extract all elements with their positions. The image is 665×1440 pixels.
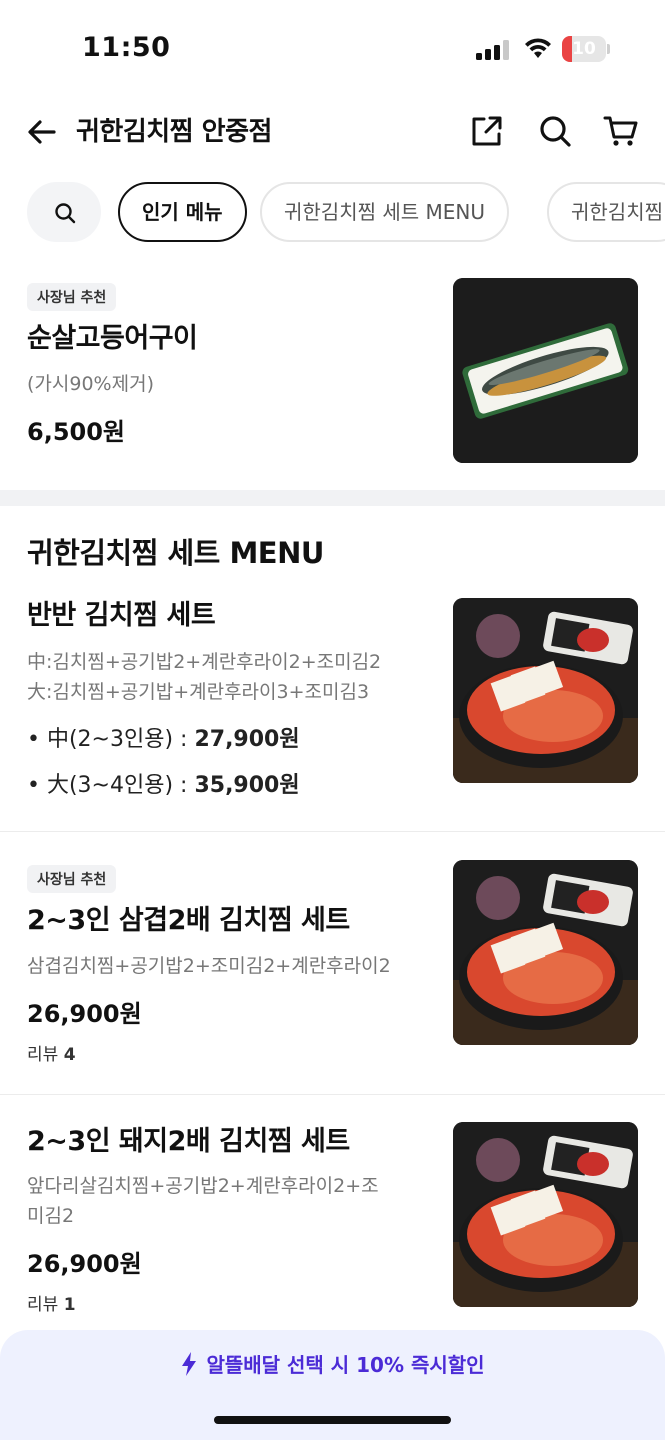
menu-item-mackerel[interactable]: 사장님 추천 순살고등어구이 (가시90%제거) 6,500원 [0, 278, 665, 480]
status-time: 11:50 [82, 32, 171, 63]
option-price: 27,900원 [194, 727, 300, 752]
menu-item-pork-belly-set[interactable]: 사장님 추천 2~3인 삼겹2배 김치찜 세트 삼겹김치찜+공기밥2+조미김2+… [0, 860, 665, 1080]
cart-icon[interactable] [602, 112, 640, 150]
review-number: 4 [63, 1045, 76, 1065]
menu-item-name: 2~3인 돼지2배 김치찜 세트 [27, 1126, 350, 1157]
menu-item-price: 26,900원 [27, 1250, 142, 1278]
section-title-set-menu: 귀한김치찜 세트 MENU [27, 536, 324, 570]
menu-item-desc: 삼겹김치찜+공기밥2+조미김2+계란후라이2 [27, 955, 391, 977]
item-divider [0, 1094, 665, 1095]
menu-item-photo[interactable] [453, 860, 638, 1045]
chip-kimchi-menu[interactable]: 귀한김치찜 [547, 182, 665, 242]
discount-banner-text: 알뜰배달 선택 시 10% 즉시할인 [206, 1353, 485, 1377]
menu-item-photo[interactable] [453, 598, 638, 783]
search-icon[interactable] [536, 112, 574, 150]
menu-search-button[interactable] [27, 182, 101, 242]
menu-item-desc-line2: 大:김치찜+공기밥+계란후라이3+조미김3 [27, 681, 370, 703]
review-number: 1 [63, 1295, 76, 1315]
size-option-large: • 大(3~4인용) : 35,900원 [27, 764, 300, 808]
review-label: 리뷰 [27, 1295, 59, 1315]
store-header: 귀한김치찜 안중점 [0, 100, 665, 166]
owner-recommend-badge: 사장님 추천 [27, 283, 117, 311]
owner-recommend-badge: 사장님 추천 [27, 865, 117, 893]
mackerel-photo-image [453, 278, 638, 463]
battery-level: 10 [572, 39, 596, 59]
item-divider [0, 831, 665, 832]
menu-item-name: 순살고등어구이 [27, 323, 198, 354]
kimchi-stew-photo-image [453, 860, 638, 1045]
menu-item-photo[interactable] [453, 278, 638, 463]
menu-item-desc-line2: 미김2 [27, 1205, 75, 1227]
menu-item-desc: (가시90%제거) [27, 373, 154, 395]
menu-item-desc-line1: 앞다리살김치찜+공기밥2+계란후라이2+조 [27, 1175, 379, 1197]
lightning-bolt-icon [182, 1352, 197, 1376]
discount-banner-content: 알뜰배달 선택 시 10% 즉시할인 [0, 1350, 665, 1380]
chip-popular-menu[interactable]: 인기 메뉴 [118, 182, 247, 242]
review-count: 리뷰 4 [27, 1040, 76, 1065]
status-bar: 11:50 10 [0, 0, 665, 100]
cellular-signal-icon [476, 40, 509, 60]
menu-item-price: 6,500원 [27, 418, 125, 446]
search-icon [55, 203, 76, 224]
chip-set-menu[interactable]: 귀한김치찜 세트 MENU [260, 182, 510, 242]
option-price: 35,900원 [194, 773, 300, 798]
menu-item-photo[interactable] [453, 1122, 638, 1307]
menu-item-name: 반반 김치찜 세트 [27, 600, 216, 631]
home-indicator [214, 1416, 451, 1424]
size-option-medium: • 中(2~3인용) : 27,900원 [27, 718, 300, 762]
review-label: 리뷰 [27, 1045, 59, 1065]
option-label: • 中(2~3인용) : [27, 727, 195, 752]
category-chips: 인기 메뉴 귀한김치찜 세트 MENU 귀한김치찜 [0, 180, 665, 246]
review-count: 리뷰 1 [27, 1290, 76, 1315]
kimchi-stew-photo-image [453, 1122, 638, 1307]
menu-item-name: 2~3인 삼겹2배 김치찜 세트 [27, 905, 350, 936]
kimchi-stew-photo-image [453, 598, 638, 783]
menu-item-half-half-set[interactable]: 반반 김치찜 세트 中:김치찜+공기밥2+계란후라이2+조미김2 大:김치찜+공… [0, 598, 665, 832]
menu-item-pork-shoulder-set[interactable]: 2~3인 돼지2배 김치찜 세트 앞다리살김치찜+공기밥2+계란후라이2+조 미… [0, 1122, 665, 1322]
section-divider [0, 490, 665, 506]
menu-item-desc-line1: 中:김치찜+공기밥2+계란후라이2+조미김2 [27, 651, 382, 673]
store-title: 귀한김치찜 안중점 [76, 117, 272, 147]
menu-item-price: 26,900원 [27, 1000, 142, 1028]
battery-icon: 10 [562, 36, 610, 62]
back-arrow-icon[interactable] [24, 114, 60, 150]
option-label: • 大(3~4인용) : [27, 773, 195, 798]
wifi-icon [525, 38, 551, 58]
share-icon[interactable] [468, 112, 506, 150]
